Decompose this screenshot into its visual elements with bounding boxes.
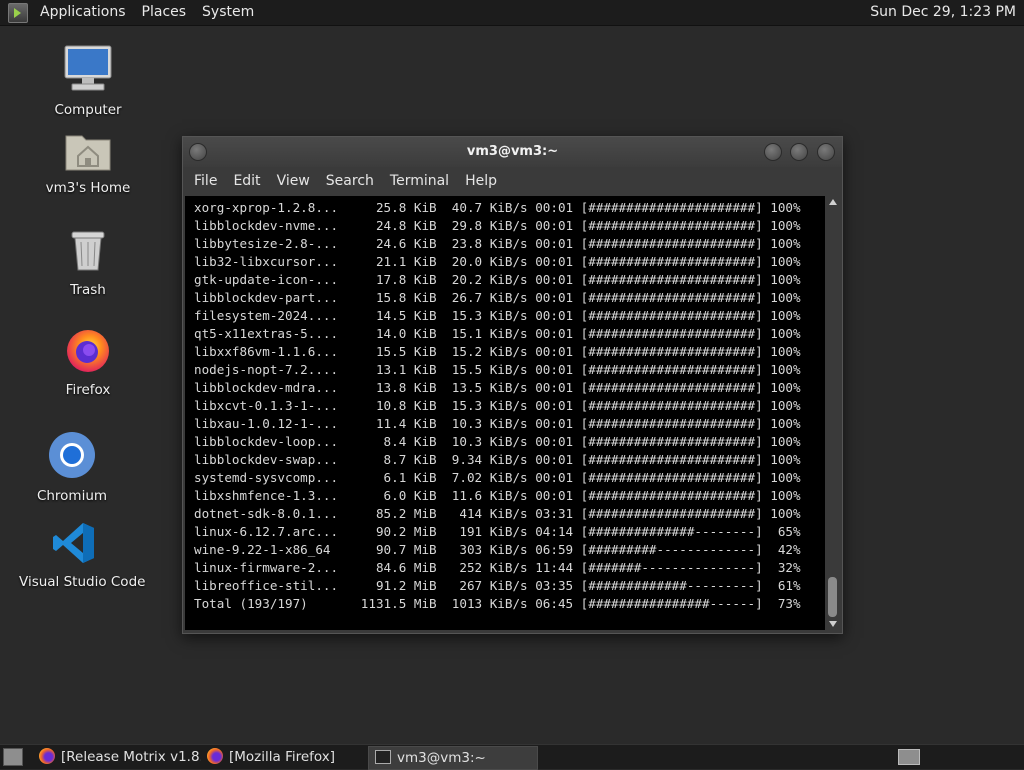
menu-search[interactable]: Search bbox=[318, 173, 382, 189]
taskbar-item-label: vm3@vm3:~ bbox=[397, 750, 486, 766]
taskbar-item-motrix[interactable]: [Release Motrix v1.8.... bbox=[33, 746, 201, 768]
scroll-up-arrow-icon[interactable] bbox=[829, 199, 837, 205]
desktop-icon-label: Visual Studio Code bbox=[19, 574, 146, 590]
clock[interactable]: Sun Dec 29, 1:23 PM bbox=[866, 0, 1020, 25]
desktop-icon-label: Computer bbox=[54, 102, 122, 118]
window-title: vm3@vm3:~ bbox=[466, 144, 559, 159]
menu-places[interactable]: Places bbox=[134, 0, 195, 25]
scroll-down-arrow-icon[interactable] bbox=[829, 621, 837, 627]
terminal-menubar: File Edit View Search Terminal Help bbox=[183, 167, 842, 195]
terminal-line: filesystem-2024.... 14.5 KiB 15.3 KiB/s … bbox=[194, 308, 801, 323]
desktop-icon-home[interactable]: vm3's Home bbox=[33, 128, 143, 196]
minimize-button[interactable] bbox=[764, 143, 782, 161]
applications-menu-icon[interactable] bbox=[8, 2, 28, 23]
menu-view[interactable]: View bbox=[269, 173, 318, 189]
terminal-line: libblockdev-nvme... 24.8 KiB 29.8 KiB/s … bbox=[194, 218, 801, 233]
terminal-line: qt5-x11extras-5.... 14.0 KiB 15.1 KiB/s … bbox=[194, 326, 801, 341]
desktop-icon-label: Trash bbox=[70, 282, 106, 298]
terminal-line: libxcvt-0.1.3-1-... 10.8 KiB 15.3 KiB/s … bbox=[194, 398, 801, 413]
terminal-window[interactable]: vm3@vm3:~ File Edit View Search Terminal… bbox=[182, 136, 843, 634]
firefox-icon bbox=[207, 748, 223, 764]
scroll-thumb[interactable] bbox=[828, 577, 837, 617]
firefox-icon bbox=[39, 748, 55, 764]
window-titlebar[interactable]: vm3@vm3:~ bbox=[183, 137, 842, 167]
desktop-icon-firefox[interactable]: Firefox bbox=[33, 326, 143, 398]
firefox-icon bbox=[67, 330, 109, 372]
trash-icon bbox=[71, 231, 105, 271]
terminal-line: systemd-sysvcomp... 6.1 KiB 7.02 KiB/s 0… bbox=[194, 470, 801, 485]
computer-icon bbox=[64, 45, 112, 91]
desktop-icon-trash[interactable]: Trash bbox=[33, 228, 143, 298]
terminal-line: xorg-xprop-1.2.8... 25.8 KiB 40.7 KiB/s … bbox=[194, 200, 801, 215]
desktop-icon-computer[interactable]: Computer bbox=[33, 44, 143, 118]
desktop-icon-chromium[interactable]: Chromium bbox=[17, 430, 127, 504]
menu-help[interactable]: Help bbox=[457, 173, 505, 189]
terminal-line: linux-firmware-2... 84.6 MiB 252 KiB/s 1… bbox=[194, 560, 801, 575]
terminal-line: linux-6.12.7.arc... 90.2 MiB 191 KiB/s 0… bbox=[194, 524, 801, 539]
taskbar-item-terminal[interactable]: vm3@vm3:~ bbox=[368, 746, 538, 770]
menu-terminal[interactable]: Terminal bbox=[382, 173, 457, 189]
menu-system[interactable]: System bbox=[194, 0, 262, 25]
taskbar-item-label: [Mozilla Firefox] bbox=[229, 749, 336, 765]
vscode-icon bbox=[53, 523, 94, 563]
terminal-line: libblockdev-part... 15.8 KiB 26.7 KiB/s … bbox=[194, 290, 801, 305]
terminal-line: wine-9.22-1-x86_64 90.7 MiB 303 KiB/s 06… bbox=[194, 542, 801, 557]
menu-edit[interactable]: Edit bbox=[225, 173, 268, 189]
terminal-icon bbox=[375, 750, 391, 764]
terminal-line: Total (193/197) 1131.5 MiB 1013 KiB/s 06… bbox=[194, 596, 801, 611]
workspace-switcher[interactable] bbox=[898, 749, 920, 765]
terminal-line: libblockdev-mdra... 13.8 KiB 13.5 KiB/s … bbox=[194, 380, 801, 395]
terminal-text: xorg-xprop-1.2.8... 25.8 KiB 40.7 KiB/s … bbox=[185, 196, 825, 613]
terminal-line: libreoffice-stil... 91.2 MiB 267 KiB/s 0… bbox=[194, 578, 801, 593]
terminal-line: nodejs-nopt-7.2.... 13.1 KiB 15.5 KiB/s … bbox=[194, 362, 801, 377]
menu-file[interactable]: File bbox=[186, 173, 225, 189]
bottom-panel: [Release Motrix v1.8.... [Mozilla Firefo… bbox=[0, 744, 1024, 770]
maximize-button[interactable] bbox=[790, 143, 808, 161]
close-button[interactable] bbox=[817, 143, 835, 161]
taskbar-item-label: [Release Motrix v1.8.... bbox=[61, 749, 201, 765]
show-desktop-icon[interactable] bbox=[3, 748, 23, 766]
desktop-icon-vscode[interactable]: Visual Studio Code bbox=[19, 520, 145, 590]
terminal-line: libblockdev-loop... 8.4 KiB 10.3 KiB/s 0… bbox=[194, 434, 801, 449]
terminal-line: dotnet-sdk-8.0.1... 85.2 MiB 414 KiB/s 0… bbox=[194, 506, 801, 521]
chromium-icon bbox=[49, 432, 95, 478]
terminal-line: libbytesize-2.8-... 24.6 KiB 23.8 KiB/s … bbox=[194, 236, 801, 251]
home-folder-icon bbox=[65, 135, 111, 171]
terminal-line: libblockdev-swap... 8.7 KiB 9.34 KiB/s 0… bbox=[194, 452, 801, 467]
terminal-line: libxau-1.0.12-1-... 11.4 KiB 10.3 KiB/s … bbox=[194, 416, 801, 431]
terminal-line: libxxf86vm-1.1.6... 15.5 KiB 15.2 KiB/s … bbox=[194, 344, 801, 359]
desktop-icon-label: vm3's Home bbox=[45, 180, 131, 196]
terminal-output[interactable]: xorg-xprop-1.2.8... 25.8 KiB 40.7 KiB/s … bbox=[185, 196, 825, 630]
menu-applications[interactable]: Applications bbox=[32, 0, 134, 25]
taskbar-item-firefox[interactable]: [Mozilla Firefox] bbox=[201, 746, 366, 768]
terminal-scrollbar[interactable] bbox=[825, 196, 840, 630]
terminal-line: libxshmfence-1.3... 6.0 KiB 11.6 KiB/s 0… bbox=[194, 488, 801, 503]
desktop-icon-label: Chromium bbox=[36, 488, 108, 504]
terminal-line: lib32-libxcursor... 21.1 KiB 20.0 KiB/s … bbox=[194, 254, 801, 269]
top-panel: Applications Places System Sun Dec 29, 1… bbox=[0, 0, 1024, 26]
terminal-line: gtk-update-icon-... 17.8 KiB 20.2 KiB/s … bbox=[194, 272, 801, 287]
desktop-icon-label: Firefox bbox=[65, 382, 111, 398]
